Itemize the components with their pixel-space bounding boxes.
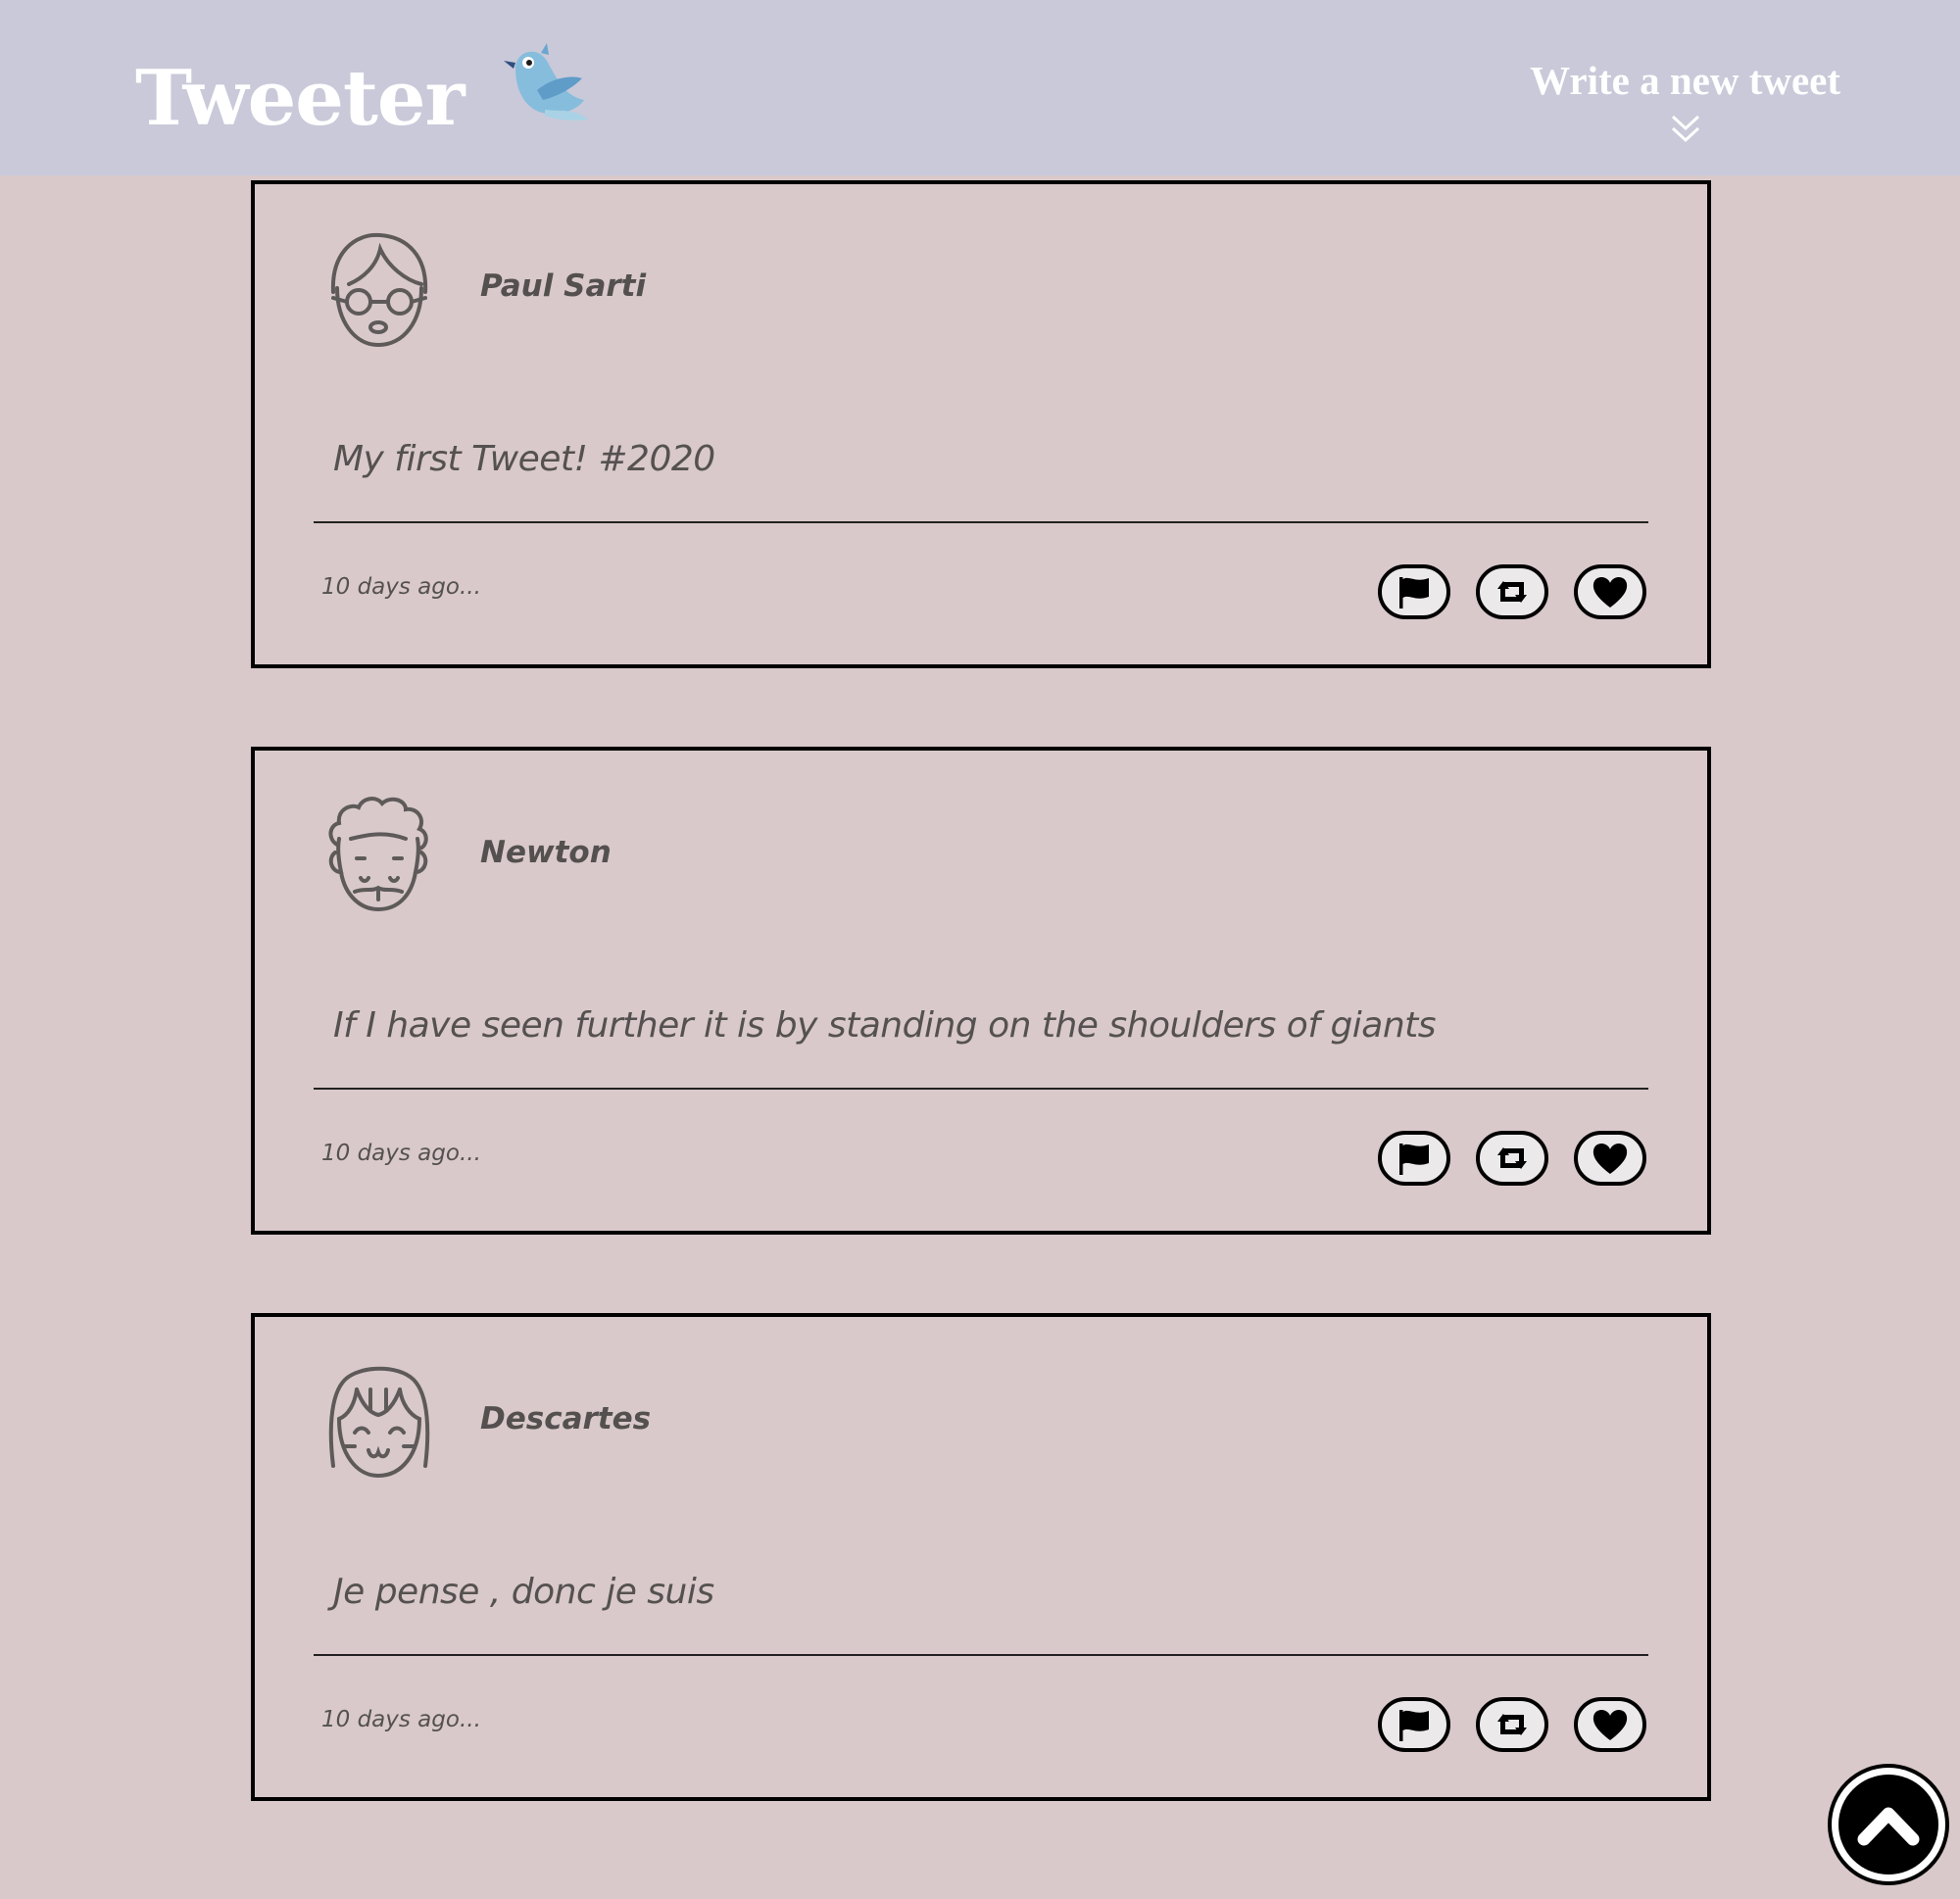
- tweet-text: My first Tweet! #2020: [333, 439, 715, 479]
- flag-icon: [1399, 1144, 1429, 1175]
- flag-button[interactable]: [1378, 564, 1450, 619]
- tweet-actions: [1378, 564, 1646, 619]
- brand[interactable]: Tweeter: [135, 43, 594, 157]
- flag-button[interactable]: [1378, 1697, 1450, 1752]
- heart-icon: [1592, 576, 1628, 608]
- tweet-feed: Paul Sarti My first Tweet! #2020 10 days…: [251, 180, 1711, 1879]
- retweet-button[interactable]: [1476, 1697, 1548, 1752]
- tweet-divider: [314, 1654, 1648, 1656]
- like-button[interactable]: [1574, 1697, 1646, 1752]
- tweet-divider: [314, 521, 1648, 523]
- retweet-icon: [1497, 581, 1527, 603]
- face-bangs-avatar: [328, 1366, 430, 1479]
- tweet-text: Je pense , donc je suis: [333, 1572, 714, 1612]
- tweet-actions: [1378, 1131, 1646, 1186]
- scroll-to-top-inner: [1838, 1775, 1938, 1875]
- tweet-card: Descartes Je pense , donc je suis 10 day…: [251, 1313, 1711, 1801]
- write-new-tweet-button[interactable]: Write a new tweet: [1530, 61, 1840, 146]
- tweet-actions: [1378, 1697, 1646, 1752]
- brand-title: Tweeter: [135, 54, 466, 143]
- tweet-timestamp: 10 days ago...: [321, 1141, 481, 1166]
- scroll-to-top-button[interactable]: [1828, 1764, 1949, 1885]
- tweet-author[interactable]: Paul Sarti: [480, 268, 646, 304]
- retweet-button[interactable]: [1476, 1131, 1548, 1186]
- heart-icon: [1592, 1143, 1628, 1174]
- tweet-timestamp: 10 days ago...: [321, 1707, 481, 1732]
- retweet-icon: [1497, 1147, 1527, 1169]
- tweet-card: Paul Sarti My first Tweet! #2020 10 days…: [251, 180, 1711, 668]
- tweet-divider: [314, 1088, 1648, 1090]
- top-nav: Tweeter Write a new tweet: [0, 0, 1960, 175]
- double-chevron-down-icon: [1671, 115, 1699, 143]
- flag-icon: [1399, 577, 1429, 609]
- like-button[interactable]: [1574, 564, 1646, 619]
- flag-button[interactable]: [1378, 1131, 1450, 1186]
- like-button[interactable]: [1574, 1131, 1646, 1186]
- chevron-up-icon: [1857, 1807, 1920, 1846]
- tweet-author[interactable]: Newton: [480, 835, 612, 870]
- retweet-button[interactable]: [1476, 564, 1548, 619]
- write-new-tweet-label: Write a new tweet: [1530, 58, 1840, 103]
- tweet-card: Newton If I have seen further it is by s…: [251, 747, 1711, 1235]
- face-glasses-avatar: [330, 232, 428, 348]
- tweet-author[interactable]: Descartes: [480, 1401, 651, 1436]
- bird-logo-icon: [503, 43, 588, 121]
- retweet-icon: [1497, 1714, 1527, 1735]
- face-curly-hair-avatar: [328, 797, 428, 912]
- tweet-text: If I have seen further it is by standing…: [333, 1005, 1437, 1046]
- tweet-timestamp: 10 days ago...: [321, 574, 481, 600]
- heart-icon: [1592, 1709, 1628, 1740]
- flag-icon: [1399, 1710, 1429, 1741]
